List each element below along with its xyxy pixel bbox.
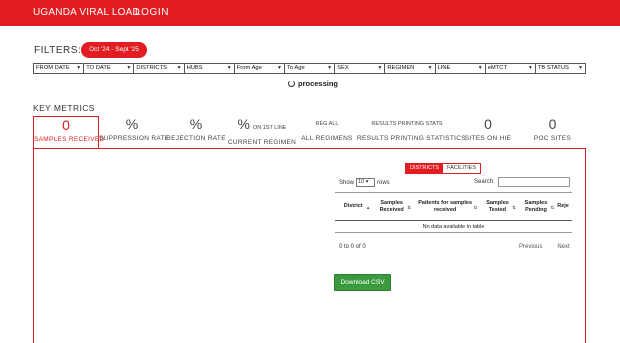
metric-tab-suppression-rate[interactable]: % SUPPRESSION RATE bbox=[99, 116, 170, 149]
metric-tab-current-regimen[interactable]: % ON 1ST LINE CURRENT REGIMEN bbox=[227, 116, 297, 149]
login-link[interactable]: LOGIN bbox=[135, 7, 169, 18]
filters-label: FILTERS: bbox=[34, 45, 82, 56]
processing-label: processing bbox=[298, 79, 339, 88]
chevron-down-icon: ▼ bbox=[327, 65, 333, 71]
metric-value: REG ALL bbox=[315, 121, 339, 127]
metric-label: SAMPLES RECEIVED bbox=[34, 136, 105, 143]
regimen-select[interactable]: REGIMEN ▼ bbox=[384, 63, 435, 74]
previous-page-link[interactable]: Previous bbox=[519, 244, 542, 250]
page-length-select[interactable]: 10 ▾ bbox=[356, 178, 376, 187]
next-page-link[interactable]: Next bbox=[557, 244, 569, 250]
metric-value: 0 bbox=[484, 116, 492, 132]
chevron-down-icon: ▼ bbox=[377, 65, 383, 71]
metric-label: CURRENT REGIMEN bbox=[227, 139, 297, 146]
from-age-select[interactable]: From Age ▼ bbox=[233, 63, 284, 74]
metric-extra: ON 1ST LINE bbox=[252, 125, 287, 131]
to-age-select[interactable]: To Age ▼ bbox=[283, 63, 335, 74]
column-header-samples-pending[interactable]: Samples Pending ⇅ bbox=[516, 192, 556, 221]
key-metrics-title: KEY METRICS bbox=[33, 103, 95, 113]
metric-value: 0 bbox=[548, 116, 557, 132]
brand-title[interactable]: UGANDA VIRAL LOAD bbox=[33, 7, 140, 18]
sort-arrows-icon: ⇅ bbox=[550, 205, 555, 210]
metric-value: 0 bbox=[62, 117, 70, 133]
column-header-samples-tested[interactable]: Samples Tested ⇅ bbox=[478, 192, 517, 221]
download-csv-button[interactable]: Download CSV bbox=[334, 274, 391, 291]
metric-label: SUPPRESSION RATE bbox=[99, 135, 170, 142]
from-date-select[interactable]: FROM DATE ▼ bbox=[33, 63, 84, 74]
view-toggle: DISTRICTS FACILITIES bbox=[405, 163, 482, 174]
table-info: 0 to 0 of 0 bbox=[339, 244, 366, 250]
line-select[interactable]: LINE ▼ bbox=[434, 63, 485, 74]
sort-arrows-icon: ⇅ bbox=[473, 205, 478, 210]
rows-label: rows bbox=[377, 179, 390, 186]
chevron-down-icon: ▾ bbox=[365, 179, 369, 185]
sort-asc-icon: ▲ bbox=[365, 205, 371, 210]
chevron-down-icon: ▼ bbox=[527, 65, 533, 71]
sort-arrows-icon: ⇅ bbox=[407, 205, 411, 210]
districts-toggle-button[interactable]: DISTRICTS bbox=[406, 164, 444, 173]
pagination: Previous Next bbox=[519, 244, 570, 250]
chevron-down-icon: ▼ bbox=[126, 65, 132, 71]
column-header-samples-received[interactable]: Samples Received ⇅ bbox=[371, 192, 412, 221]
facilities-toggle-button[interactable]: FACILITIES bbox=[443, 164, 481, 173]
metric-value: RESULTS PRINTING STATS bbox=[371, 121, 443, 127]
search-input[interactable] bbox=[497, 177, 570, 187]
metric-label: REJECTION RATE bbox=[166, 135, 226, 142]
metric-tab-sites-on-hie[interactable]: 0 SITES ON HIE bbox=[457, 116, 519, 149]
metric-value: % bbox=[125, 116, 139, 132]
hubs-select[interactable]: HUBS ▼ bbox=[183, 63, 234, 74]
top-navbar: UGANDA VIRAL LOAD LOGIN bbox=[0, 0, 620, 26]
column-header-rejected[interactable]: Reje bbox=[555, 192, 572, 221]
metric-tab-all-regimens[interactable]: REG ALL ALL REGIMENS bbox=[297, 116, 357, 149]
metric-tab-rejection-rate[interactable]: % REJECTION RATE bbox=[165, 116, 227, 149]
chevron-down-icon: ▼ bbox=[76, 65, 82, 71]
show-label: Show bbox=[339, 179, 355, 186]
metric-tab-poc-sites[interactable]: 0 POC SITES bbox=[519, 116, 586, 149]
filter-row: FROM DATE ▼ TO DATE ▼ DISTRICTS ▼ HUBS ▼ Fro… bbox=[33, 63, 587, 74]
chevron-down-icon: ▼ bbox=[477, 65, 483, 71]
to-date-select[interactable]: TO DATE ▼ bbox=[83, 63, 134, 74]
metric-tab-results-printing[interactable]: RESULTS PRINTING STATS RESULTS PRINTING … bbox=[357, 116, 466, 149]
column-header-patients[interactable]: Patients for samples received ⇅ bbox=[411, 192, 479, 221]
metric-tab-samples-received[interactable]: 0 SAMPLES RECEIVED bbox=[33, 116, 105, 149]
emtct-select[interactable]: eMTCT ▼ bbox=[484, 63, 535, 74]
districts-select[interactable]: DISTRICTS ▼ bbox=[133, 63, 184, 74]
empty-table-message: No data available in table bbox=[335, 220, 572, 233]
metric-value: % bbox=[237, 116, 250, 132]
metric-label: SITES ON HIE bbox=[464, 135, 512, 142]
column-header-district[interactable]: District ▲ bbox=[335, 192, 372, 221]
processing-indicator: processing bbox=[288, 79, 338, 88]
chevron-down-icon: ▼ bbox=[427, 65, 433, 71]
metric-value: % bbox=[189, 116, 203, 132]
metric-label: ALL REGIMENS bbox=[301, 135, 353, 142]
table-search: Search: bbox=[474, 177, 570, 187]
metric-label: RESULTS PRINTING STATISTICS bbox=[357, 135, 466, 142]
sex-select[interactable]: SEX ▼ bbox=[334, 63, 385, 74]
chevron-down-icon: ▼ bbox=[226, 65, 232, 71]
date-range-button[interactable]: Oct '24 - Sept '25 bbox=[81, 42, 147, 58]
chevron-down-icon: ▼ bbox=[276, 65, 282, 71]
search-label: Search: bbox=[474, 179, 495, 185]
metric-label: POC SITES bbox=[533, 135, 572, 142]
chevron-down-icon: ▼ bbox=[578, 65, 584, 71]
spinner-icon bbox=[288, 80, 295, 87]
page-length-control: Show 10 ▾ rows bbox=[339, 178, 390, 187]
sort-arrows-icon: ⇅ bbox=[511, 205, 516, 210]
districts-table: District ▲ Samples Received ⇅ Patients for… bbox=[335, 192, 572, 233]
chevron-down-icon: ▼ bbox=[176, 65, 182, 71]
tb-status-select[interactable]: TB STATUS ▼ bbox=[534, 63, 587, 74]
